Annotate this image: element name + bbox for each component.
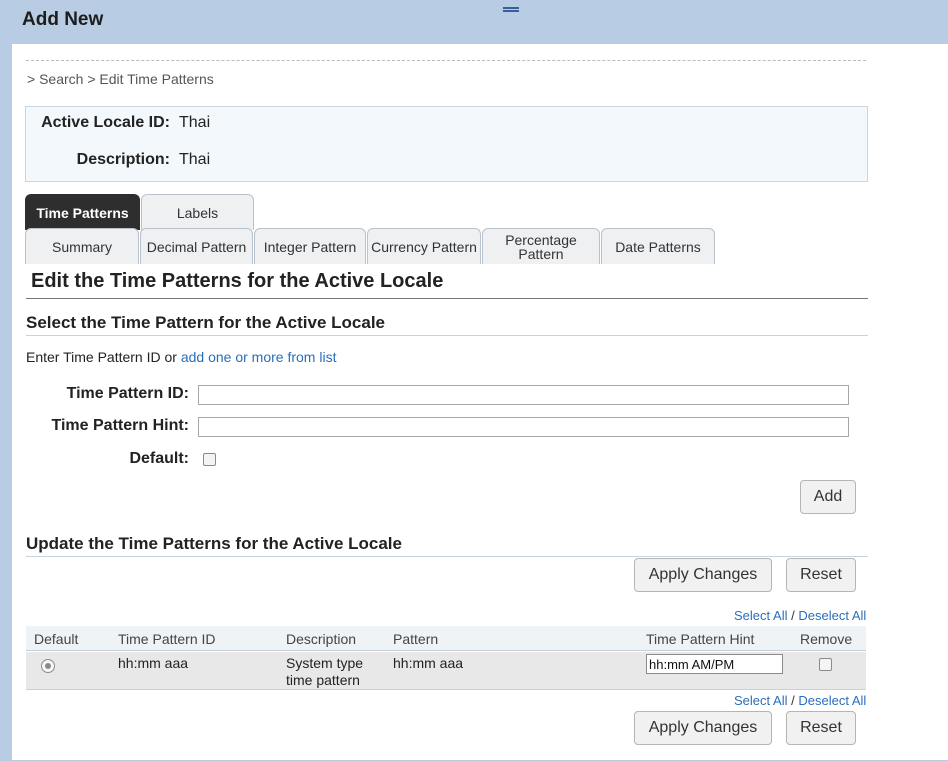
deselect-all-link-top[interactable]: Deselect All — [798, 608, 866, 623]
reset-button-top[interactable]: Reset — [786, 558, 856, 592]
update-section-heading: Update the Time Patterns for the Active … — [26, 534, 402, 553]
time-pattern-id-input[interactable] — [198, 385, 849, 405]
column-header-remove: Remove — [800, 631, 853, 647]
tab-time-patterns[interactable]: Time Patterns — [25, 194, 140, 230]
deselect-all-link-bottom[interactable]: Deselect All — [798, 693, 866, 708]
patterns-table-header: Default Time Pattern ID Description Patt… — [26, 626, 866, 651]
time-pattern-hint-label: Time Pattern Hint: — [51, 417, 190, 434]
reset-button-bottom[interactable]: Reset — [786, 711, 856, 745]
row-remove-checkbox[interactable] — [819, 658, 832, 671]
tab-date-patterns[interactable]: Date Patterns — [601, 228, 715, 264]
heading-divider — [26, 298, 868, 299]
tab-currency-pattern[interactable]: Currency Pattern — [367, 228, 481, 264]
select-section-heading: Select the Time Pattern for the Active L… — [26, 313, 386, 332]
tab-percentage-pattern[interactable]: Percentage Pattern — [482, 228, 600, 264]
column-header-default: Default — [34, 631, 79, 647]
select-intro: Enter Time Pattern ID or add one or more… — [26, 349, 336, 365]
row-hint-input[interactable] — [646, 654, 783, 674]
select-separator-top: / — [791, 608, 795, 623]
time-pattern-hint-input[interactable] — [198, 417, 849, 437]
tab-decimal-pattern[interactable]: Decimal Pattern — [140, 228, 253, 264]
tab-summary[interactable]: Summary — [25, 228, 139, 264]
select-controls-top: Select All / Deselect All — [734, 608, 866, 623]
select-controls-bottom: Select All / Deselect All — [734, 693, 866, 708]
page-heading: Edit the Time Patterns for the Active Lo… — [31, 270, 444, 292]
column-header-pattern: Pattern — [393, 631, 439, 647]
row-pattern: hh:mm aaa — [393, 655, 464, 671]
apply-changes-button-top[interactable]: Apply Changes — [634, 558, 772, 592]
default-checkbox[interactable] — [203, 453, 216, 466]
locale-description-value: Thai — [179, 151, 211, 168]
drag-handle-icon[interactable] — [503, 7, 519, 13]
column-header-description: Description — [286, 631, 357, 647]
column-header-hint: Time Pattern Hint — [646, 631, 755, 647]
select-separator-bottom: / — [791, 693, 795, 708]
content-panel: > Search > Edit Time Patterns Active Loc… — [12, 44, 948, 760]
add-button[interactable]: Add — [800, 480, 856, 514]
table-row: hh:mm aaa System type time pattern hh:mm… — [26, 652, 866, 690]
select-intro-text: Enter Time Pattern ID or — [26, 349, 177, 365]
column-header-id: Time Pattern ID — [118, 631, 216, 647]
locale-description-label: Description: — [76, 151, 170, 168]
time-pattern-id-label: Time Pattern ID: — [66, 385, 189, 402]
apply-changes-button-bottom[interactable]: Apply Changes — [634, 711, 772, 745]
row-description: System type time pattern — [286, 655, 364, 688]
window-title: Add New — [22, 9, 104, 30]
active-locale-box: Active Locale ID: Thai Description: Thai — [25, 106, 868, 182]
update-section-divider — [26, 556, 868, 557]
tab-integer-pattern[interactable]: Integer Pattern — [254, 228, 366, 264]
window-titlebar: Add New — [0, 0, 948, 44]
select-all-link-bottom[interactable]: Select All — [734, 693, 787, 708]
select-all-link-top[interactable]: Select All — [734, 608, 787, 623]
default-label: Default: — [129, 450, 189, 467]
select-section-divider — [26, 335, 868, 336]
add-from-list-link[interactable]: add one or more from list — [181, 349, 337, 365]
default-radio[interactable] — [41, 659, 55, 673]
breadcrumb: > Search > Edit Time Patterns — [27, 71, 214, 87]
row-pattern-id: hh:mm aaa — [118, 655, 189, 671]
locale-id-label: Active Locale ID: — [41, 114, 170, 131]
locale-id-value: Thai — [179, 114, 211, 131]
tab-labels[interactable]: Labels — [141, 194, 254, 230]
breadcrumb-divider — [26, 60, 866, 61]
